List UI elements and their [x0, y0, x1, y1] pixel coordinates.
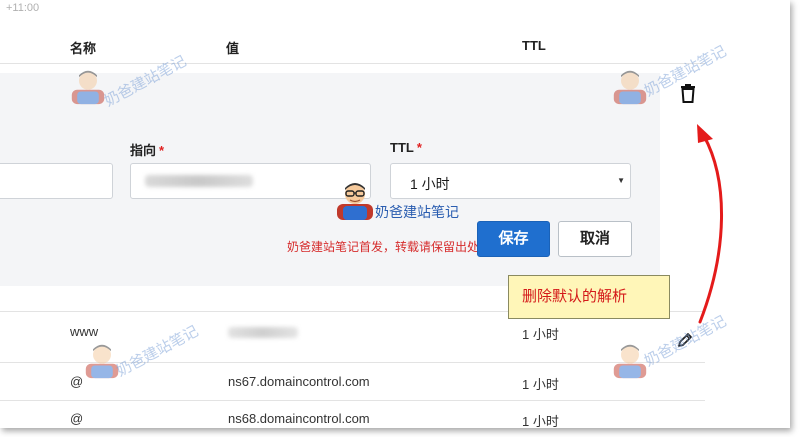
- red-curved-arrow: [697, 124, 724, 324]
- annotation-callout: 删除默认的解析: [508, 275, 670, 319]
- dns-records-panel: +11:00 名称 值 TTL 指向 * TTL * 1 小时 ▼ 奶爸建站笔记 奶…: [0, 0, 790, 428]
